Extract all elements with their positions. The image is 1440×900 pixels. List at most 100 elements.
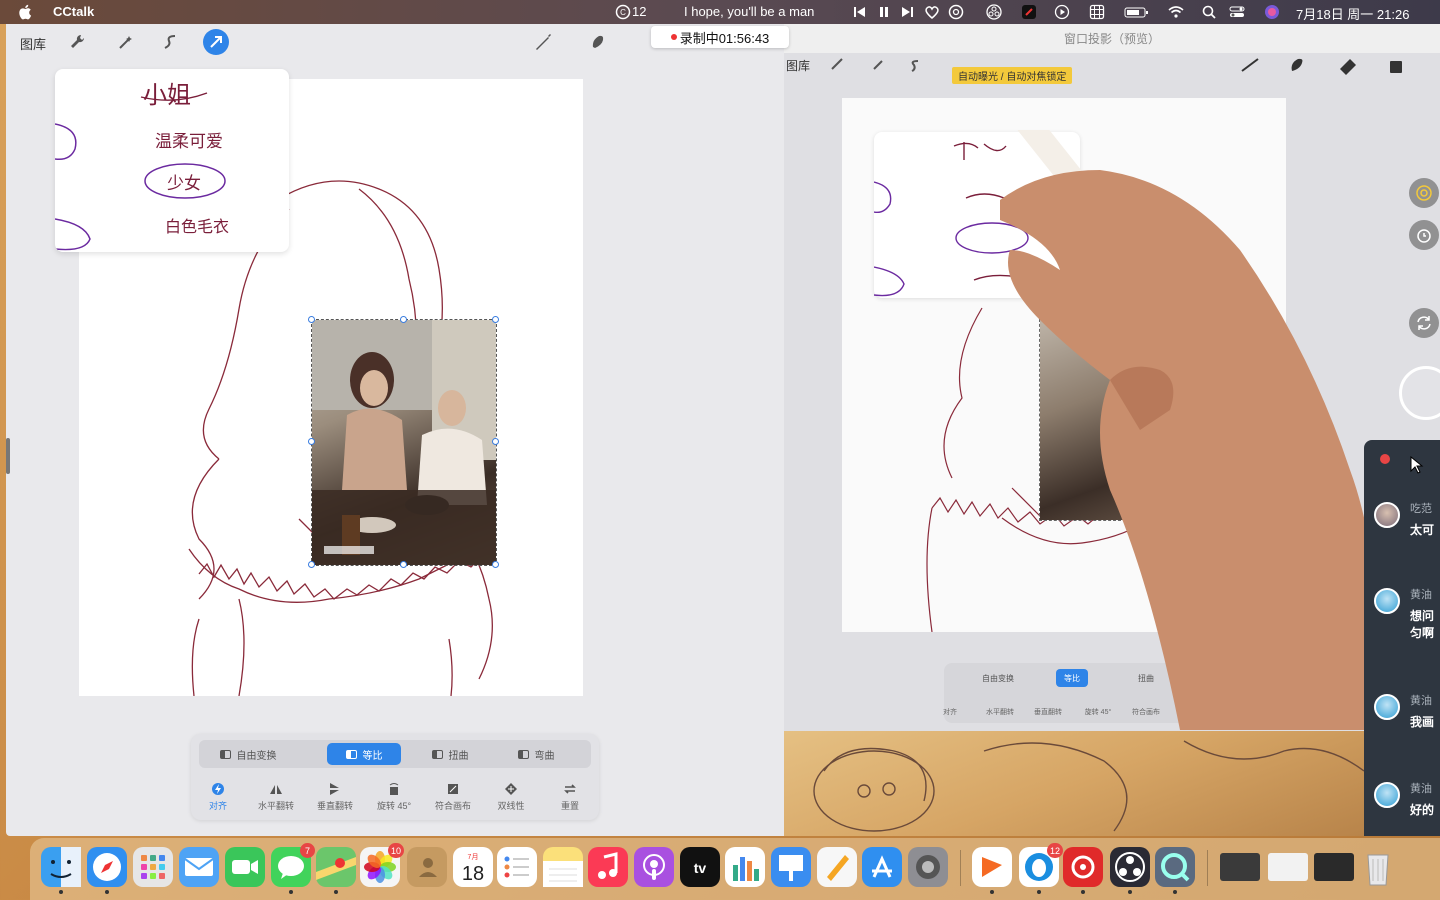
dock-separator bbox=[1207, 850, 1208, 886]
flip-vertical-button[interactable]: 垂直翻转 bbox=[307, 782, 363, 812]
control-center-icon[interactable] bbox=[1229, 4, 1245, 20]
transform-handle[interactable] bbox=[308, 561, 315, 568]
fit-canvas-button[interactable]: 符合画布 bbox=[425, 782, 481, 812]
reminders-icon[interactable] bbox=[497, 847, 537, 887]
preview-transform-bar: 自由变换 等比 扭曲 对齐 水平翻转 垂直翻转 旋转 45° 符合画布 双线性 bbox=[943, 663, 1244, 723]
badge-count: 10 bbox=[387, 843, 404, 858]
svg-text:tv: tv bbox=[694, 860, 707, 876]
menubar-clock[interactable]: 7月18日 周一 21:26 bbox=[1296, 4, 1409, 23]
netease-music-icon[interactable] bbox=[1063, 847, 1103, 894]
adjustments-icon[interactable] bbox=[116, 32, 136, 52]
pages-icon[interactable] bbox=[817, 847, 857, 887]
trash-icon[interactable] bbox=[1358, 847, 1398, 887]
recent-window-thumbnail[interactable] bbox=[1314, 853, 1354, 881]
mail-icon[interactable] bbox=[179, 847, 219, 887]
timer-button[interactable] bbox=[1409, 220, 1439, 250]
previous-track-icon[interactable] bbox=[852, 4, 868, 20]
transform-handle[interactable] bbox=[308, 316, 315, 323]
background-illustration bbox=[784, 731, 1364, 836]
podcasts-icon[interactable] bbox=[634, 847, 674, 887]
notification-icon[interactable]: C bbox=[615, 4, 631, 20]
running-indicator bbox=[1037, 890, 1041, 894]
recent-window-thumbnail[interactable] bbox=[1268, 853, 1308, 881]
contacts-icon[interactable] bbox=[407, 847, 447, 887]
grid-menubar-icon[interactable] bbox=[1089, 4, 1105, 20]
recent-window-thumbnail[interactable] bbox=[1220, 853, 1260, 881]
keynote-icon[interactable] bbox=[771, 847, 811, 887]
capture-app-icon[interactable] bbox=[1021, 4, 1037, 20]
obs-icon[interactable] bbox=[1110, 847, 1150, 894]
transform-arrow-icon[interactable] bbox=[203, 29, 229, 55]
finder-icon[interactable] bbox=[41, 847, 81, 894]
camera-feed-screen[interactable]: 图库 自动曝光 / 自动对焦锁定 自由变换 等比 扭曲 对齐 水平翻转 垂直翻转… bbox=[784, 53, 1440, 731]
timer-icon bbox=[1417, 229, 1431, 243]
app-store-icon[interactable] bbox=[862, 847, 902, 887]
siri-icon[interactable] bbox=[1264, 4, 1280, 20]
window-edge-handle[interactable] bbox=[6, 438, 10, 474]
apple-menu-icon[interactable] bbox=[18, 3, 34, 21]
music-icon[interactable] bbox=[588, 847, 628, 887]
pause-icon[interactable] bbox=[876, 4, 892, 20]
safari-icon[interactable] bbox=[87, 847, 127, 894]
facetime-icon[interactable] bbox=[225, 847, 265, 887]
gallery-button[interactable]: 图库 bbox=[20, 34, 46, 53]
calendar-icon[interactable]: 7月 18 bbox=[453, 847, 493, 887]
next-track-icon[interactable] bbox=[899, 4, 915, 20]
interpolation-button[interactable]: 双线性 bbox=[483, 782, 539, 812]
mode-uniform[interactable]: 等比 bbox=[327, 743, 401, 765]
launchpad-icon[interactable] bbox=[133, 847, 173, 887]
obs-menubar-icon[interactable] bbox=[986, 4, 1002, 20]
transform-handle[interactable] bbox=[492, 438, 499, 445]
tv-icon[interactable]: tv bbox=[680, 847, 720, 887]
transform-handle[interactable] bbox=[308, 438, 315, 445]
focus-target-button[interactable] bbox=[1409, 178, 1439, 208]
spotlight-icon[interactable] bbox=[1201, 4, 1217, 20]
transform-handle[interactable] bbox=[492, 316, 499, 323]
running-indicator bbox=[1173, 890, 1177, 894]
mode-warp[interactable]: 弯曲 bbox=[499, 743, 573, 765]
svg-text:C: C bbox=[620, 8, 626, 17]
preview-mode: 自由变换 bbox=[982, 673, 1014, 683]
reset-button[interactable]: 重置 bbox=[542, 782, 598, 812]
live-chat-panel: 吃范 太可 黄油 想问 匀啊 黄油 我画 黄油 好的 bbox=[1364, 440, 1440, 836]
selection-icon[interactable] bbox=[161, 32, 181, 52]
system-preferences-icon[interactable] bbox=[908, 847, 948, 887]
switch-camera-button[interactable] bbox=[1409, 308, 1439, 338]
rotate-45-button[interactable]: 旋转 45° bbox=[366, 782, 422, 812]
mouse-cursor-icon bbox=[1410, 456, 1424, 474]
transform-handle[interactable] bbox=[492, 561, 499, 568]
now-playing-title[interactable]: I hope, you'll be a man bbox=[684, 4, 814, 19]
wrench-icon[interactable] bbox=[68, 32, 88, 52]
messages-icon[interactable]: 7 bbox=[271, 843, 315, 894]
photos-icon[interactable]: 10 bbox=[360, 843, 404, 887]
netease-menubar-icon[interactable] bbox=[948, 4, 964, 20]
preview-window-title[interactable]: 窗口投影（预览） bbox=[784, 24, 1440, 53]
wifi-icon[interactable] bbox=[1168, 4, 1184, 20]
play-circle-icon[interactable] bbox=[1054, 4, 1070, 20]
note-line: 少女 bbox=[167, 174, 201, 194]
brush-icon[interactable] bbox=[533, 32, 553, 52]
preview-action: 对齐 bbox=[943, 709, 957, 716]
qq-icon[interactable]: 12 bbox=[1019, 843, 1063, 894]
notes-icon[interactable] bbox=[543, 847, 583, 887]
numbers-icon[interactable] bbox=[725, 847, 765, 887]
maps-icon[interactable] bbox=[316, 847, 356, 894]
action-label: 水平翻转 bbox=[257, 801, 294, 811]
transform-handle[interactable] bbox=[400, 561, 407, 568]
mode-freeform[interactable]: 自由变换 bbox=[205, 743, 291, 765]
heart-icon[interactable] bbox=[924, 4, 940, 20]
flip-horizontal-button[interactable]: 水平翻转 bbox=[248, 782, 304, 812]
app-name[interactable]: CCtalk bbox=[53, 4, 94, 19]
smudge-icon[interactable] bbox=[588, 32, 608, 52]
snap-button[interactable]: 对齐 bbox=[190, 782, 246, 812]
chat-text: 想问 匀啊 bbox=[1410, 609, 1435, 640]
pasted-reference-photo[interactable] bbox=[308, 316, 499, 568]
battery-icon[interactable] bbox=[1124, 4, 1150, 20]
recording-indicator[interactable]: 录制中01:56:43 bbox=[651, 26, 789, 48]
transform-handle[interactable] bbox=[400, 316, 407, 323]
quicktime-icon[interactable] bbox=[1155, 847, 1195, 894]
cctalk-icon[interactable] bbox=[972, 847, 1012, 894]
reference-notes-card[interactable]: 小姐 温柔可爱 少女 白色毛衣 bbox=[55, 69, 289, 252]
chat-username: 吃范 bbox=[1410, 503, 1432, 515]
mode-distort[interactable]: 扭曲 bbox=[413, 743, 487, 765]
